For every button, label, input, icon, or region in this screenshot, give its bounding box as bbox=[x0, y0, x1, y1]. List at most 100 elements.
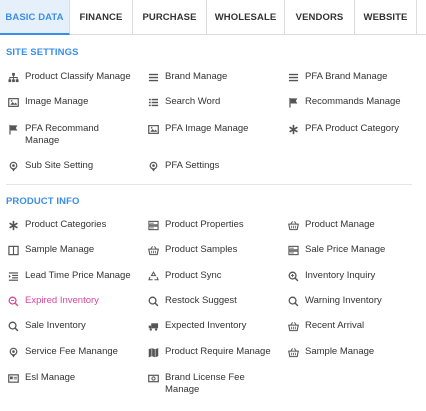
basket-icon bbox=[286, 346, 300, 358]
menu-item-lead-time-price-manage[interactable]: Lead Time Price Manage bbox=[6, 270, 131, 282]
flag-icon bbox=[6, 123, 20, 135]
menu-item-brand-manage[interactable]: Brand Manage bbox=[146, 71, 227, 83]
menu-item-label: Expired Inventory bbox=[25, 295, 99, 306]
menu-item-label: Image Manage bbox=[25, 96, 89, 107]
image-icon bbox=[6, 96, 20, 108]
menu-item-label: Esl Manage bbox=[25, 372, 76, 383]
menu-item-sale-price-manage[interactable]: Sale Price Manage bbox=[286, 244, 385, 256]
menu-item-label: Sale Inventory bbox=[25, 320, 86, 331]
menu-item-label: PFA Settings bbox=[165, 160, 220, 171]
menu-item-label: Restock Suggest bbox=[165, 295, 237, 306]
sitemap-icon bbox=[6, 71, 20, 83]
server-icon bbox=[286, 244, 300, 256]
menu-item-service-fee-manange[interactable]: Service Fee Manange bbox=[6, 346, 118, 358]
menu-item-label: Search Word bbox=[165, 96, 221, 107]
menu-item-recommands-manage[interactable]: Recommands Manage bbox=[286, 96, 401, 108]
tab-vendors[interactable]: VENDORS bbox=[285, 0, 355, 35]
recycle-icon bbox=[146, 270, 160, 282]
map-pin-icon bbox=[6, 346, 20, 358]
map-pin-icon bbox=[146, 160, 160, 172]
search-icon bbox=[146, 295, 160, 307]
money-icon bbox=[146, 372, 160, 384]
section-divider bbox=[6, 184, 412, 185]
id-card-icon bbox=[6, 372, 20, 384]
search-icon bbox=[286, 295, 300, 307]
menu-item-sale-inventory[interactable]: Sale Inventory bbox=[6, 320, 86, 332]
menu-item-pfa-recommand-manage[interactable]: PFA Recommand Manage bbox=[6, 123, 105, 147]
menu-item-product-sync[interactable]: Product Sync bbox=[146, 270, 222, 282]
menu-item-warning-inventory[interactable]: Warning Inventory bbox=[286, 295, 382, 307]
section-title-site-settings: SITE SETTINGS bbox=[6, 47, 79, 58]
truck-icon bbox=[146, 320, 160, 332]
menu-item-pfa-settings[interactable]: PFA Settings bbox=[146, 160, 219, 172]
map-icon bbox=[146, 346, 160, 358]
menu-item-label: Inventory Inquiry bbox=[305, 270, 376, 281]
menu-item-recent-arrival[interactable]: Recent Arrival bbox=[286, 320, 364, 332]
search-minus-icon bbox=[6, 295, 20, 307]
menu-item-sample-manage-2[interactable]: Sample Manage bbox=[286, 346, 374, 358]
asterisk-icon bbox=[6, 219, 20, 231]
image-icon bbox=[146, 123, 160, 135]
menu-item-label: Recommands Manage bbox=[305, 96, 401, 107]
menu-item-label: Product Categories bbox=[25, 219, 107, 230]
menu-item-label: Brand Manage bbox=[165, 71, 228, 82]
menu-item-inventory-inquiry[interactable]: Inventory Inquiry bbox=[286, 270, 375, 282]
menu-item-label: PFA Product Category bbox=[305, 123, 399, 134]
search-icon bbox=[6, 320, 20, 332]
list-ol-icon bbox=[146, 96, 160, 108]
tab-finance[interactable]: FINANCE bbox=[70, 0, 133, 35]
menu-item-sub-site-setting[interactable]: Sub Site Setting bbox=[6, 160, 93, 172]
indent-icon bbox=[6, 270, 20, 282]
menu-item-product-properties[interactable]: Product Properties bbox=[146, 219, 244, 231]
menu-item-label: PFA Image Manage bbox=[165, 123, 249, 134]
menu-item-esl-manage[interactable]: Esl Manage bbox=[6, 372, 75, 384]
menu-panel: SITE SETTINGS Product Classify Manage Br… bbox=[0, 35, 426, 411]
menu-item-sample-manage[interactable]: Sample Manage bbox=[6, 244, 94, 256]
menu-item-product-manage[interactable]: Product Manage bbox=[286, 219, 375, 231]
menu-item-brand-license-fee-manage[interactable]: Brand License Fee Manage bbox=[146, 372, 255, 396]
menu-item-label: Recent Arrival bbox=[305, 320, 365, 331]
tab-basic-data[interactable]: BASIC DATA bbox=[0, 0, 70, 35]
menu-item-label: Product Sync bbox=[165, 270, 222, 281]
basket-icon bbox=[286, 219, 300, 231]
menu-item-product-require-manage[interactable]: Product Require Manage bbox=[146, 346, 271, 358]
menu-item-label: Sample Manage bbox=[25, 244, 95, 255]
columns-icon bbox=[6, 244, 20, 256]
menu-item-expected-inventory[interactable]: Expected Inventory bbox=[146, 320, 246, 332]
menu-item-label: Lead Time Price Manage bbox=[25, 270, 131, 281]
menu-item-label: Warning Inventory bbox=[305, 295, 382, 306]
server-icon bbox=[146, 219, 160, 231]
map-pin-icon bbox=[6, 160, 20, 172]
menu-item-label: Sample Manage bbox=[305, 346, 375, 357]
flag-icon bbox=[286, 96, 300, 108]
menu-item-label: Sale Price Manage bbox=[305, 244, 386, 255]
tab-wholesale[interactable]: WHOLESALE bbox=[207, 0, 285, 35]
list-icon bbox=[146, 71, 160, 83]
list-icon bbox=[286, 71, 300, 83]
tab-purchase[interactable]: PURCHASE bbox=[133, 0, 207, 35]
menu-item-pfa-product-category[interactable]: PFA Product Category bbox=[286, 123, 399, 135]
menu-item-product-classify-manage[interactable]: Product Classify Manage bbox=[6, 71, 131, 83]
menu-item-label: PFA Brand Manage bbox=[305, 71, 388, 82]
menu-item-label: Product Require Manage bbox=[165, 346, 271, 357]
menu-item-label: Product Properties bbox=[165, 219, 244, 230]
menu-item-label: Product Classify Manage bbox=[25, 71, 131, 82]
menu-item-restock-suggest[interactable]: Restock Suggest bbox=[146, 295, 237, 307]
menu-item-product-samples[interactable]: Product Samples bbox=[146, 244, 237, 256]
menu-item-label: Product Manage bbox=[305, 219, 375, 230]
menu-item-label: Service Fee Manange bbox=[25, 346, 118, 357]
basket-icon bbox=[146, 244, 160, 256]
menu-item-label: Expected Inventory bbox=[165, 320, 247, 331]
menu-item-pfa-image-manage[interactable]: PFA Image Manage bbox=[146, 123, 248, 135]
section-title-product-info: PRODUCT INFO bbox=[6, 196, 80, 207]
menu-item-product-categories[interactable]: Product Categories bbox=[6, 219, 106, 231]
menu-item-label: PFA Recommand Manage bbox=[25, 123, 99, 146]
search-plus-icon bbox=[286, 270, 300, 282]
menu-item-search-word[interactable]: Search Word bbox=[146, 96, 220, 108]
menu-item-image-manage[interactable]: Image Manage bbox=[6, 96, 88, 108]
menu-item-expired-inventory[interactable]: Expired Inventory bbox=[6, 295, 99, 307]
menu-item-pfa-brand-manage[interactable]: PFA Brand Manage bbox=[286, 71, 387, 83]
tab-website[interactable]: WEBSITE bbox=[355, 0, 417, 35]
menu-item-label: Sub Site Setting bbox=[25, 160, 94, 171]
asterisk-icon bbox=[286, 123, 300, 135]
